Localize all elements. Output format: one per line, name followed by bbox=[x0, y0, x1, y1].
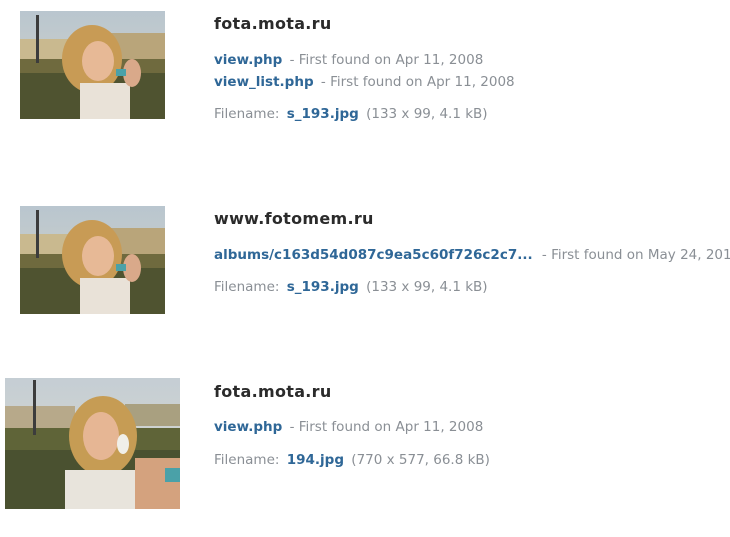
match-page-link[interactable]: albums/c163d54d087c9ea5c60f726c2c7... bbox=[214, 247, 533, 263]
first-found-text: - First found on Apr 11, 2008 bbox=[289, 52, 484, 68]
result-domain[interactable]: fota.mota.ru bbox=[214, 382, 332, 402]
filename-label: Filename: bbox=[214, 279, 280, 295]
match-page-link[interactable]: view.php bbox=[214, 419, 282, 435]
result-thumbnail[interactable] bbox=[20, 11, 165, 119]
result-domain[interactable]: www.fotomem.ru bbox=[214, 209, 374, 229]
filename-link[interactable]: s_193.jpg bbox=[287, 279, 359, 295]
match-page-link[interactable]: view.php bbox=[214, 52, 282, 68]
filename-label: Filename: bbox=[214, 106, 280, 122]
file-info: (133 x 99, 4.1 kB) bbox=[366, 279, 488, 295]
file-info: (133 x 99, 4.1 kB) bbox=[366, 106, 488, 122]
first-found-text: - First found on May 24, 2014 bbox=[541, 247, 730, 263]
filename-link[interactable]: s_193.jpg bbox=[287, 106, 359, 122]
result-domain[interactable]: fota.mota.ru bbox=[214, 14, 332, 34]
filename-link[interactable]: 194.jpg bbox=[287, 452, 344, 468]
match-page-link[interactable]: view_list.php bbox=[214, 74, 314, 90]
result-thumbnail[interactable] bbox=[20, 206, 165, 314]
first-found-text: - First found on Apr 11, 2008 bbox=[320, 74, 515, 90]
result-thumbnail[interactable] bbox=[5, 378, 180, 509]
first-found-text: - First found on Apr 11, 2008 bbox=[289, 419, 484, 435]
file-info: (770 x 577, 66.8 kB) bbox=[351, 452, 490, 468]
filename-label: Filename: bbox=[214, 452, 280, 468]
